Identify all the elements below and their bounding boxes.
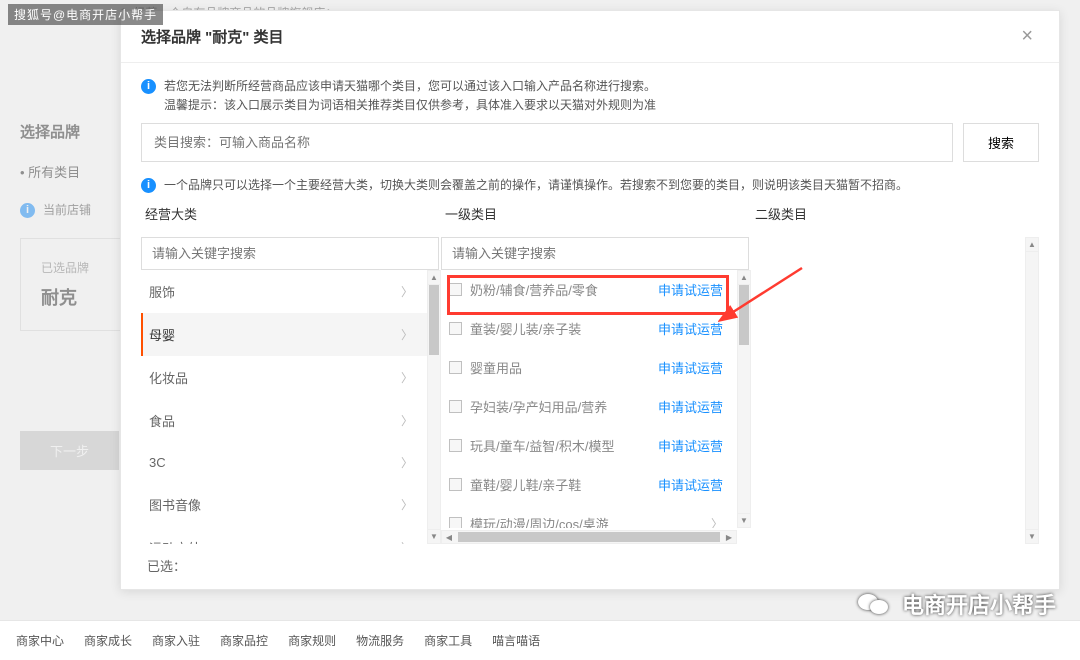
chevron-right-icon: 〉 xyxy=(401,454,413,471)
chevron-right-icon: 〉 xyxy=(401,496,413,513)
main-category-item[interactable]: 化妆品 〉 xyxy=(141,356,427,399)
info-line-2: i 一个品牌只可以选择一个主要经营大类，切换大类则会覆盖之前的操作，请谨慎操作。… xyxy=(141,176,1039,195)
info-icon: i xyxy=(141,178,156,193)
col1-search-input[interactable] xyxy=(141,237,439,270)
scroll-right-icon[interactable]: ▶ xyxy=(722,533,736,542)
chevron-right-icon: 〉 xyxy=(401,369,413,386)
apply-trial-link[interactable]: 申请试运营 xyxy=(658,436,723,455)
scroll-up-icon[interactable]: ▲ xyxy=(738,271,750,285)
category-label: 奶粉/辅食/营养品/零食 xyxy=(470,280,598,299)
col2-search-input[interactable] xyxy=(441,237,749,270)
category-checkbox[interactable] xyxy=(449,517,462,528)
scroll-down-icon[interactable]: ▼ xyxy=(738,513,750,527)
footer-nav-link[interactable]: 商家成长 xyxy=(84,632,132,649)
footer-nav-link[interactable]: 物流服务 xyxy=(356,632,404,649)
modal-body: i 若您无法判断所经营商品应该申请天猫哪个类目，您可以通过该入口输入产品名称进行… xyxy=(121,63,1059,589)
col1-list: 服饰〉母婴〉化妆品〉食品〉3C〉图书音像〉运动户外〉汽车及配件〉 xyxy=(141,270,427,544)
col2-list: 奶粉/辅食/营养品/零食申请试运营童装/婴儿装/亲子装申请试运营婴童用品申请试运… xyxy=(441,270,737,528)
chevron-right-icon: 〉 xyxy=(401,326,413,343)
category-select-modal: 选择品牌 "耐克" 类目 × i 若您无法判断所经营商品应该申请天猫哪个类目，您… xyxy=(120,10,1060,590)
category-label: 童鞋/婴儿鞋/亲子鞋 xyxy=(470,475,581,494)
info-text-2: 一个品牌只可以选择一个主要经营大类，切换大类则会覆盖之前的操作，请谨慎操作。若搜… xyxy=(164,176,908,195)
category-checkbox[interactable] xyxy=(449,322,462,335)
category-checkbox[interactable] xyxy=(449,478,462,491)
category-label: 孕妇装/孕产妇用品/营养 xyxy=(470,397,607,416)
search-button[interactable]: 搜索 xyxy=(963,123,1039,162)
footer-nav: 商家中心 商家成长 商家入驻 商家品控 商家规则 物流服务 商家工具 喵言喵语 xyxy=(0,620,1080,660)
scroll-down-icon[interactable]: ▼ xyxy=(1026,529,1038,543)
main-category-item[interactable]: 运动户外〉 xyxy=(141,526,427,544)
item-label: 服饰 xyxy=(149,282,175,301)
chevron-right-icon: 〉 xyxy=(401,412,413,429)
item-label: 母婴 xyxy=(149,325,175,344)
chevron-right-icon: 〉 xyxy=(401,283,413,300)
footer-nav-link[interactable]: 商家品控 xyxy=(220,632,268,649)
info-text-1b: 温馨提示：该入口展示类目为词语相关推荐类目仅供参考，具体准入要求以天猫对外规则为… xyxy=(164,98,656,112)
apply-trial-link[interactable]: 申请试运营 xyxy=(658,319,723,338)
chevron-right-icon: 〉 xyxy=(711,515,723,528)
category-label: 玩具/童车/益智/积木/模型 xyxy=(470,436,614,455)
modal-title: 选择品牌 "耐克" 类目 xyxy=(141,26,284,47)
info-text-1a: 若您无法判断所经营商品应该申请天猫哪个类目，您可以通过该入口输入产品名称进行搜索… xyxy=(164,79,656,93)
category-search-input[interactable] xyxy=(141,123,953,162)
scroll-thumb[interactable] xyxy=(739,285,749,345)
main-category-item[interactable]: 食品 〉 xyxy=(141,399,427,442)
category-columns: 经营大类 服饰〉母婴〉化妆品〉食品〉3C〉图书音像〉运动户外〉汽车及配件〉 ▲ … xyxy=(141,204,1039,544)
footer-nav-link[interactable]: 喵言喵语 xyxy=(492,632,540,649)
col1-scrollbar[interactable]: ▲ ▼ xyxy=(427,270,441,544)
main-category-item[interactable]: 3C 〉 xyxy=(141,442,427,483)
category-label: 童装/婴儿装/亲子装 xyxy=(470,319,581,338)
level1-category-item[interactable]: 模玩/动漫/周边/cos/桌游 〉 xyxy=(441,504,737,528)
col3-header: 二级类目 xyxy=(751,204,1039,237)
footer-nav-link[interactable]: 商家入驻 xyxy=(152,632,200,649)
search-bar: 搜索 xyxy=(141,123,1039,162)
level1-category-item[interactable]: 童装/婴儿装/亲子装 申请试运营 xyxy=(441,309,737,348)
category-checkbox[interactable] xyxy=(449,439,462,452)
apply-trial-link[interactable]: 申请试运营 xyxy=(658,475,723,494)
category-checkbox[interactable] xyxy=(449,361,462,374)
main-category-item[interactable]: 服饰 〉 xyxy=(141,270,427,313)
footer-nav-link[interactable]: 商家工具 xyxy=(424,632,472,649)
info-icon: i xyxy=(141,79,156,94)
scroll-thumb[interactable] xyxy=(429,285,439,355)
level1-category-item[interactable]: 婴童用品 申请试运营 xyxy=(441,348,737,387)
info-line-1: i 若您无法判断所经营商品应该申请天猫哪个类目，您可以通过该入口输入产品名称进行… xyxy=(141,77,1039,115)
modal-header: 选择品牌 "耐克" 类目 × xyxy=(121,11,1059,63)
item-label: 化妆品 xyxy=(149,368,188,387)
main-category-item[interactable]: 母婴 〉 xyxy=(141,313,427,356)
footer-nav-link[interactable]: 商家规则 xyxy=(288,632,336,649)
main-category-item[interactable]: 图书音像 〉 xyxy=(141,483,427,526)
col2-scrollbar[interactable]: ▲ ▼ xyxy=(737,270,751,528)
column-level2-category: 二级类目 ▲ ▼ xyxy=(751,204,1039,544)
column-main-category: 经营大类 服饰〉母婴〉化妆品〉食品〉3C〉图书音像〉运动户外〉汽车及配件〉 ▲ … xyxy=(141,204,441,544)
item-label: 食品 xyxy=(149,411,175,430)
category-label: 婴童用品 xyxy=(470,358,522,377)
level1-category-item[interactable]: 童鞋/婴儿鞋/亲子鞋 申请试运营 xyxy=(441,465,737,504)
col2-header: 一级类目 xyxy=(441,204,751,237)
apply-trial-link[interactable]: 申请试运营 xyxy=(658,397,723,416)
scroll-up-icon[interactable]: ▲ xyxy=(1026,238,1038,252)
close-icon[interactable]: × xyxy=(1015,25,1039,48)
level1-category-item[interactable]: 玩具/童车/益智/积木/模型 申请试运营 xyxy=(441,426,737,465)
scroll-up-icon[interactable]: ▲ xyxy=(428,271,440,285)
scroll-down-icon[interactable]: ▼ xyxy=(428,529,440,543)
col1-header: 经营大类 xyxy=(141,204,441,237)
apply-trial-link[interactable]: 申请试运营 xyxy=(658,280,723,299)
level1-category-item[interactable]: 孕妇装/孕产妇用品/营养 申请试运营 xyxy=(441,387,737,426)
column-level1-category: 一级类目 奶粉/辅食/营养品/零食申请试运营童装/婴儿装/亲子装申请试运营婴童用… xyxy=(441,204,751,544)
col2-hscrollbar[interactable]: ◀ ▶ xyxy=(441,530,737,544)
selected-summary: 已选： xyxy=(141,544,1039,579)
item-label: 图书音像 xyxy=(149,495,201,514)
apply-trial-link[interactable]: 申请试运营 xyxy=(658,358,723,377)
scroll-left-icon[interactable]: ◀ xyxy=(442,533,456,542)
category-checkbox[interactable] xyxy=(449,400,462,413)
item-label: 3C xyxy=(149,455,166,470)
level1-category-item[interactable]: 奶粉/辅食/营养品/零食 申请试运营 xyxy=(441,270,737,309)
col3-list xyxy=(751,237,1025,544)
hscroll-thumb[interactable] xyxy=(458,532,720,542)
category-checkbox[interactable] xyxy=(449,283,462,296)
category-label: 模玩/动漫/周边/cos/桌游 xyxy=(470,514,609,528)
col3-scrollbar[interactable]: ▲ ▼ xyxy=(1025,237,1039,544)
footer-nav-link[interactable]: 商家中心 xyxy=(16,632,64,649)
